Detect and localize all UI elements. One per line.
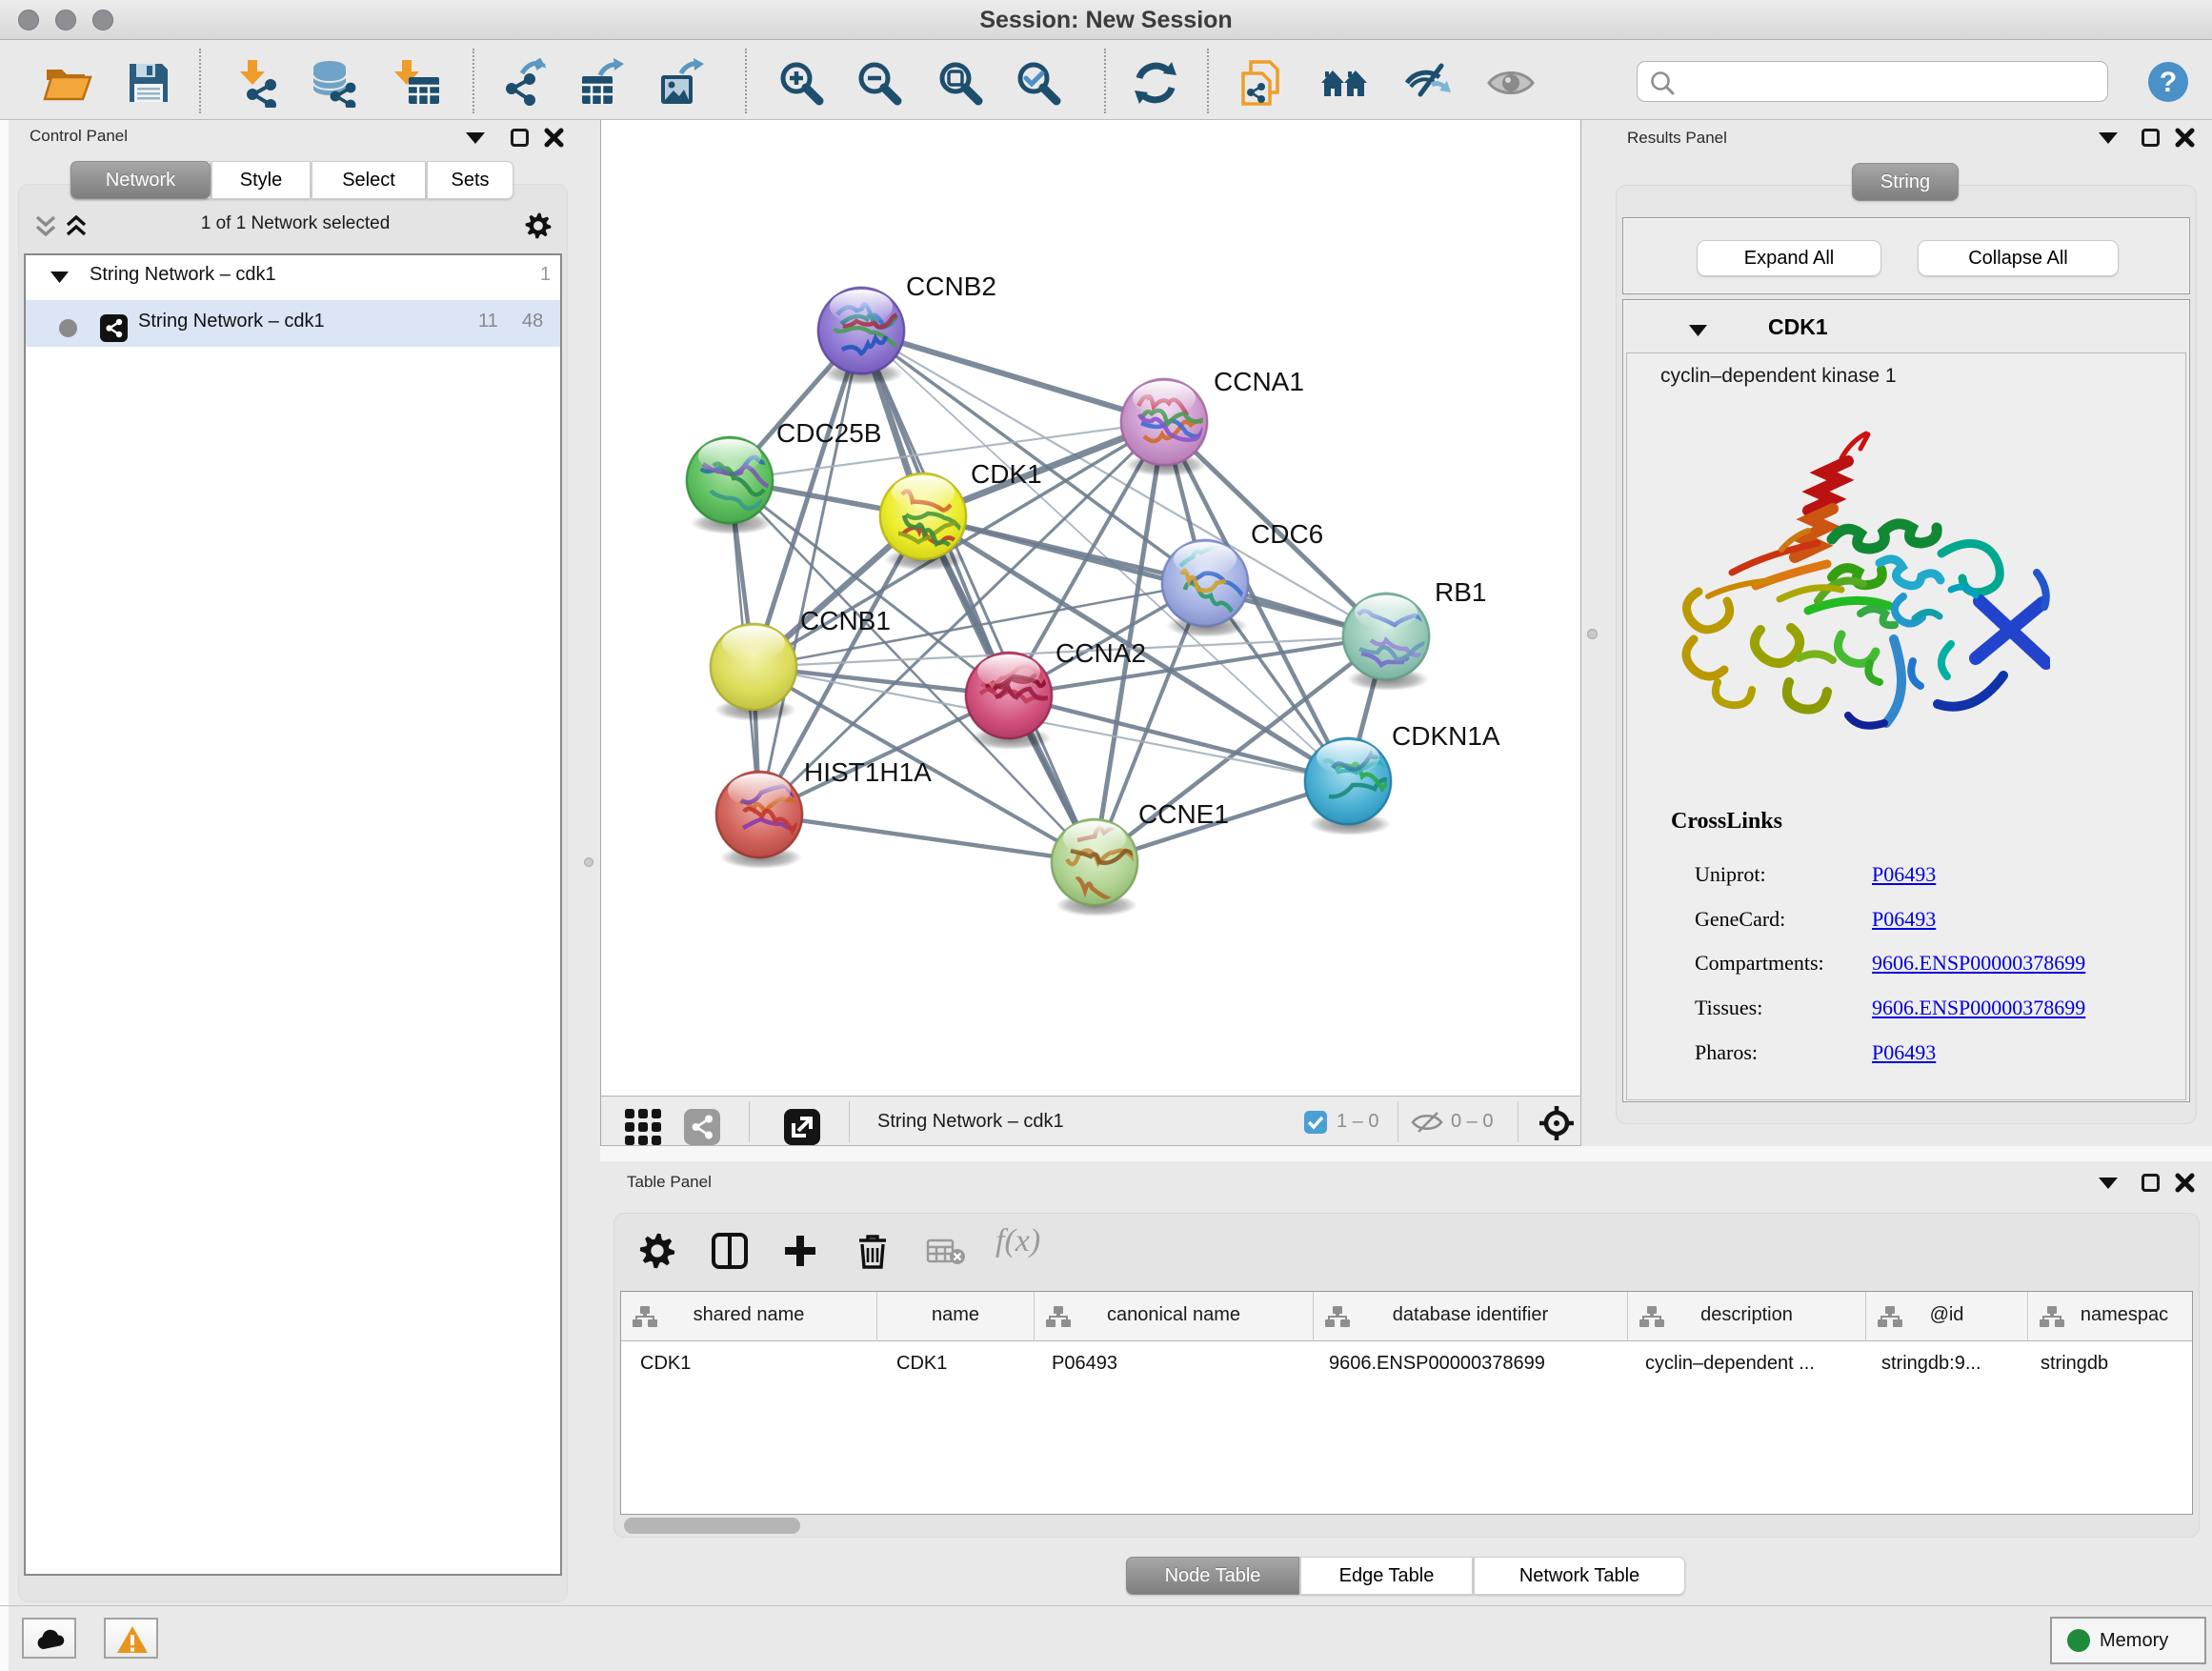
svg-text:CCNA1: CCNA1	[1214, 367, 1304, 396]
svg-text:CDC6: CDC6	[1251, 519, 1323, 549]
svg-text:RB1: RB1	[1435, 577, 1486, 607]
svg-text:CCNB1: CCNB1	[800, 606, 891, 635]
svg-text:CDK1: CDK1	[971, 459, 1042, 489]
svg-text:HIST1H1A: HIST1H1A	[804, 757, 932, 787]
svg-text:CCNE1: CCNE1	[1138, 799, 1229, 829]
svg-text:?: ?	[2160, 67, 2177, 98]
svg-text:CCNB2: CCNB2	[906, 272, 996, 301]
svg-text:CCNA2: CCNA2	[1056, 638, 1146, 668]
svg-text:CDC25B: CDC25B	[776, 418, 881, 448]
svg-text:CDKN1A: CDKN1A	[1392, 721, 1500, 751]
